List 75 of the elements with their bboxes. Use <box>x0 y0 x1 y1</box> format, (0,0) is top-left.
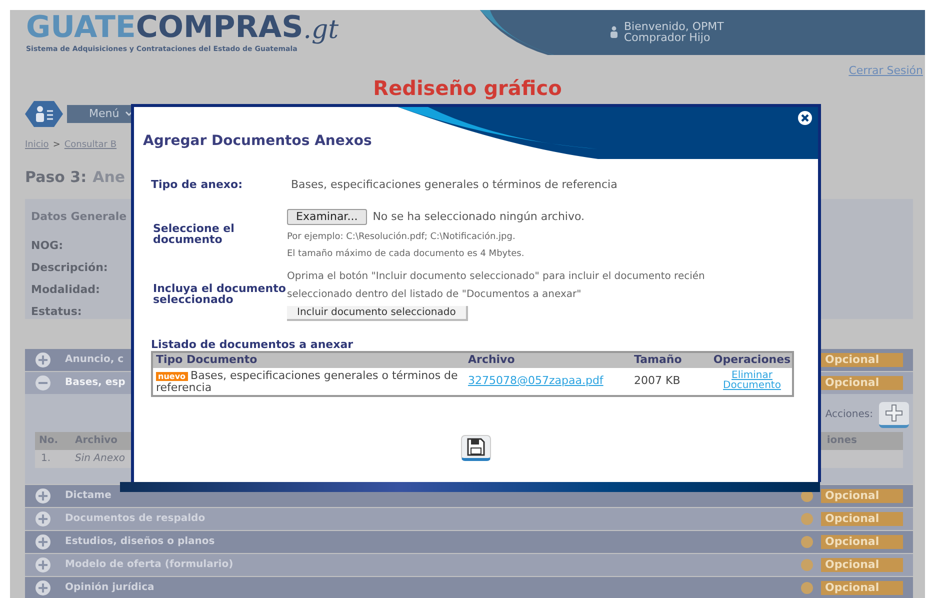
optional-badge: Opcional <box>821 488 903 502</box>
list-title: Listado de documentos a anexar <box>151 338 354 350</box>
accordion-title: Anuncio, c <box>65 353 124 367</box>
save-button[interactable] <box>461 434 491 460</box>
plus-circle-icon[interactable] <box>35 488 51 504</box>
actions-label: Acciones: <box>825 408 873 422</box>
plus-circle-icon[interactable] <box>35 580 51 596</box>
plus-circle-icon[interactable] <box>35 534 51 550</box>
accordion-title: Bases, esp <box>65 376 126 390</box>
table-cell-text: 1. <box>40 452 52 466</box>
welcome-text: Bienvenido, OPMT <box>624 21 724 32</box>
column-header: Operaciones <box>712 352 793 368</box>
accordion-title: Opinión jurídica <box>65 581 154 595</box>
column-header: Archivo <box>468 352 634 368</box>
step-label: Paso 3: <box>25 166 87 188</box>
panel-title: Datos Generale <box>31 209 127 225</box>
field-label: Estatus: <box>31 304 82 318</box>
logout-link[interactable]: Cerrar Sesión <box>848 62 923 79</box>
accordion-title: Modelo de oferta (formulario) <box>65 558 234 572</box>
include-button[interactable]: Incluir documento seleccionado <box>287 306 468 320</box>
plus-circle-icon[interactable] <box>35 352 51 368</box>
hint-text: Por ejemplo: C:\Resolución.pdf; C:\Notificación.jpg. <box>287 230 516 242</box>
accordion-title: Estudios, diseños o planos <box>65 535 215 549</box>
breadcrumb-separator: > <box>52 139 60 152</box>
field-label: Tipo de anexo: <box>151 179 244 191</box>
user-role: Comprador Hijo <box>624 32 712 44</box>
optional-badge: Opcional <box>821 512 903 526</box>
new-badge: nuevo <box>156 372 188 380</box>
optional-badge: Opcional <box>821 376 903 390</box>
table-cell-text: Sin Anexo <box>75 452 126 466</box>
breadcrumb-link[interactable]: Consultar B <box>64 139 117 152</box>
page-title: Rediseño gráfico <box>372 78 563 98</box>
step-title: Ane <box>92 166 126 188</box>
status-dot-icon <box>801 512 813 524</box>
logo-text: GUATECOMPRAS <box>26 12 304 44</box>
accordion-header[interactable]: Opinión jurídica Opcional <box>25 576 913 598</box>
accordion-header[interactable]: Documentos de respaldo Opcional <box>25 508 913 530</box>
file-status-text: No se ha seleccionado ningún archivo. <box>372 209 585 225</box>
column-header: Tipo Documento <box>152 352 468 368</box>
plus-icon <box>884 403 904 423</box>
logo-suffix: .gt <box>303 16 339 44</box>
status-dot-icon <box>801 536 813 548</box>
accordion-title: Documentos de respaldo <box>65 512 206 526</box>
optional-badge: Opcional <box>821 558 903 572</box>
field-label: Incluya el documento seleccionado <box>153 282 287 308</box>
annex-type-value: Bases, especificaciones generales o términos de referencia <box>291 179 618 191</box>
field-label: NOG: <box>31 238 63 252</box>
modal-title: Agregar Documentos Anexos <box>143 132 373 151</box>
field-label: Seleccione el documento <box>153 223 236 248</box>
optional-badge: Opcional <box>821 580 903 594</box>
field-label: Descripción: <box>31 260 108 274</box>
status-dot-icon <box>801 582 813 594</box>
add-button[interactable] <box>879 402 909 428</box>
accordion-title: Dictame <box>65 489 112 503</box>
column-header: Tamaño <box>634 352 712 368</box>
file-link[interactable]: 3275078@057zapaa.pdf <box>468 374 604 387</box>
breadcrumb-link[interactable]: Inicio <box>25 139 49 152</box>
accordion-header[interactable]: Estudios, diseños o planos Opcional <box>25 530 913 552</box>
plus-circle-icon[interactable] <box>35 556 51 572</box>
accordion-header[interactable]: Modelo de oferta (formulario) Opcional <box>25 554 913 576</box>
delete-document-link[interactable]: Eliminar Documento <box>712 371 792 391</box>
user-icon <box>610 26 618 38</box>
table-cell: nuevo Bases, especificaciones generales o términos de referencia <box>152 368 468 396</box>
close-icon <box>800 113 810 123</box>
instructions-text: Oprima el botón "Incluir documento seleccionado" para incluir el documento recién seleccionado dentro del listado de "Documentos a anexar" <box>287 270 706 302</box>
plus-circle-icon[interactable] <box>35 510 51 526</box>
menu-badge-icon[interactable] <box>25 101 63 127</box>
minus-circle-icon[interactable] <box>35 374 51 390</box>
field-label: Modalidad: <box>31 282 100 296</box>
browse-button[interactable]: Examinar... <box>287 209 367 226</box>
hint-text: El tamaño máximo de cada documento es 4 Mbytes. <box>287 248 526 260</box>
optional-badge: Opcional <box>821 534 903 548</box>
optional-badge: Opcional <box>821 352 903 366</box>
status-dot-icon <box>801 558 813 570</box>
table-cell: 2007 KB <box>634 368 712 396</box>
